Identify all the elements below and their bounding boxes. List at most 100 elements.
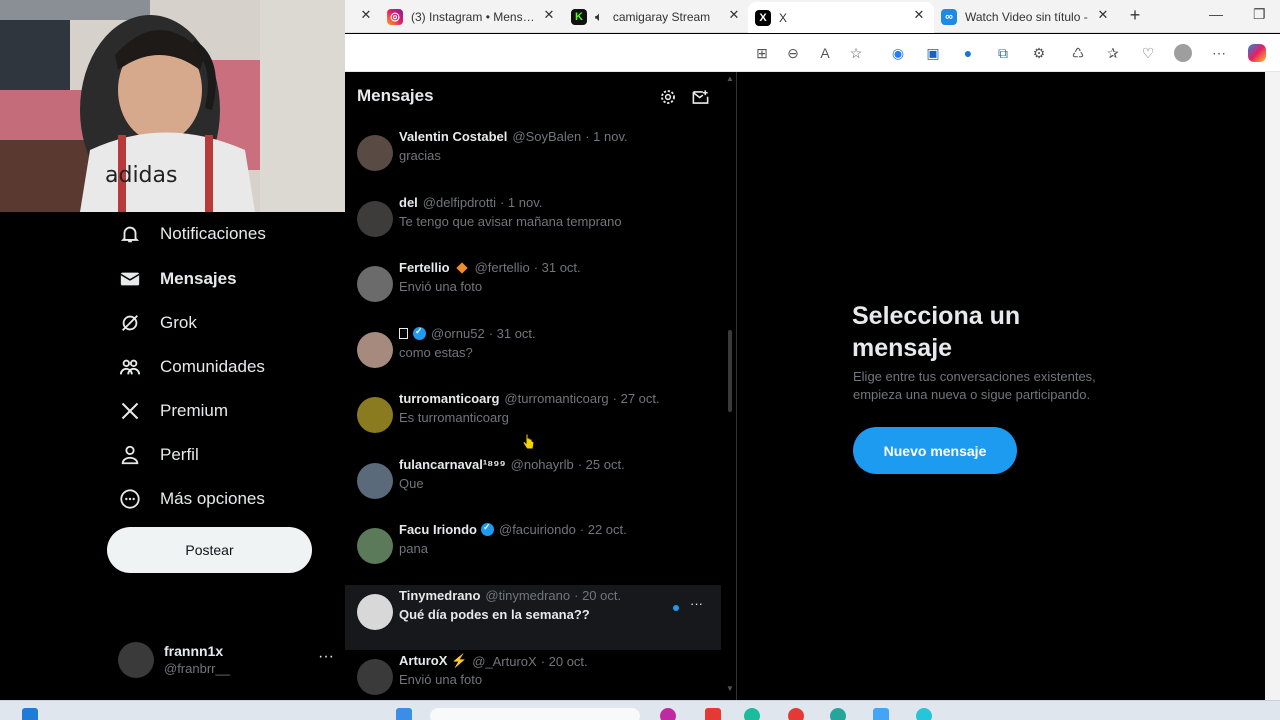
conversation-row[interactable]: ArturoX ⚡ @_ArturoX · 20 oct. Envió una fot…: [345, 650, 721, 700]
browser-tab-x-active[interactable]: X X: [748, 2, 934, 33]
conversation-handle: @_ArturoX: [472, 653, 537, 669]
conversation-name: ArturoX ⚡: [399, 653, 468, 668]
taskbar-app-icon[interactable]: [830, 708, 846, 720]
conversation-row[interactable]: Tinymedrano @tinymedrano · 20 oct. Qué día …: [345, 584, 721, 650]
taskbar-search[interactable]: [430, 708, 640, 720]
scroll-down-icon[interactable]: ▼: [726, 684, 734, 693]
conversation-row[interactable]: del @delfipdrotti · 1 nov. Te tengo que avi…: [345, 192, 721, 257]
nav-item-mas-opciones[interactable]: Más opciones: [118, 484, 265, 514]
nav-item-grok[interactable]: Grok: [118, 308, 197, 338]
avatar: [357, 200, 393, 237]
conversation-name: del: [399, 194, 418, 210]
tab-close-icon[interactable]: ✕: [727, 8, 741, 22]
conversation-row[interactable]: @ornu52· 31 oct. como estas?: [345, 323, 721, 388]
scrollbar[interactable]: ▲ ▼: [724, 72, 736, 700]
broadcast-icon[interactable]: ◉: [889, 44, 907, 62]
scroll-thumb[interactable]: [728, 330, 732, 412]
copilot-icon[interactable]: [1248, 44, 1266, 62]
page-title: Mensajes: [357, 86, 434, 105]
conversation-handle: @SoyBalen: [512, 129, 582, 144]
apps-icon[interactable]: ⊞: [753, 44, 771, 62]
avatar: [118, 642, 154, 678]
browser-tab-kick[interactable]: K 🔈︎ camigaray Stream: [571, 4, 721, 29]
speaker-icon[interactable]: 🔈︎: [595, 9, 603, 25]
start-icon[interactable]: [22, 708, 38, 720]
grok-icon: [118, 311, 142, 335]
message-detail-panel: Selecciona un mensaje Elige entre tus co…: [738, 72, 1265, 700]
more-icon[interactable]: ···: [318, 648, 334, 666]
restore-icon[interactable]: ❐: [1253, 6, 1266, 23]
account-switcher[interactable]: frannn1x @franbrr__ ···: [118, 640, 334, 680]
taskbar-app-icon[interactable]: [788, 708, 804, 720]
conversation-preview: Te tengo que avisar mañana temprano: [399, 213, 622, 229]
taskbar-app-icon[interactable]: [660, 708, 676, 720]
taskbar-app-icon[interactable]: [744, 708, 760, 720]
bell-icon: [118, 222, 142, 246]
more-circle-icon: [118, 487, 142, 511]
taskbar-app-icon[interactable]: [396, 708, 412, 720]
box-glyph-icon: [399, 327, 408, 339]
x-icon: X: [755, 9, 771, 26]
conversation-row[interactable]: fulancarnaval¹⁸⁹⁹ @nohayrlb · 25 oct. Que: [345, 454, 721, 519]
person-icon: [118, 443, 142, 467]
conversation-preview: Envió una foto: [399, 672, 483, 687]
favorites-icon[interactable]: ✰: [1104, 44, 1122, 62]
conversation-date: · 1 nov.: [585, 129, 628, 144]
taskbar-app-icon[interactable]: [916, 708, 932, 720]
new-tab-button[interactable]: +: [1128, 6, 1142, 24]
post-button[interactable]: Postear: [107, 527, 312, 573]
conversation-row[interactable]: Fertellio @fertellio · 31 oct. Envió una fo…: [345, 257, 721, 322]
nav-item-comunidades[interactable]: Comunidades: [118, 352, 265, 382]
conversation-date: · 1 nov.: [499, 194, 543, 210]
taskbar-app-icon[interactable]: [873, 708, 889, 720]
tab-close-icon[interactable]: ✕: [912, 8, 926, 22]
unread-indicator: [673, 604, 679, 611]
screenshot-icon[interactable]: ⧉: [994, 44, 1012, 62]
browser-tab-watch-video[interactable]: ∞ Watch Video sin título -: [941, 4, 1091, 29]
puzzle-icon[interactable]: ⚙: [1030, 44, 1048, 62]
conversation-handle: @nohayrlb: [510, 456, 574, 472]
conversation-name: Tinymedrano: [399, 587, 481, 603]
browser-tab-instagram[interactable]: ◎ (3) Instagram • Mensaje: [387, 4, 537, 29]
conversation-handle: @fertellio: [474, 260, 530, 275]
instagram-icon: ◎: [387, 8, 403, 25]
nav-label: Comunidades: [160, 357, 265, 376]
nav-label: Premium: [160, 401, 229, 420]
profile-name: frannn1x: [164, 643, 224, 659]
scroll-up-icon[interactable]: ▲: [726, 74, 734, 83]
new-message-icon[interactable]: [689, 86, 711, 108]
conversation-header: @ornu52· 31 oct.: [399, 326, 536, 341]
hand-cursor-icon: [522, 433, 535, 450]
zoom-out-icon[interactable]: ⊖: [784, 44, 802, 62]
avatar: [357, 659, 393, 695]
conversation-handle: @facuiriondo: [499, 522, 576, 537]
minimize-icon[interactable]: —: [1209, 6, 1223, 22]
conversation-name: turromanticoarg: [399, 391, 500, 406]
left-navigation: Notificaciones Mensajes Grok Comunidades…: [4, 212, 344, 700]
verified-badge-icon: [413, 326, 426, 340]
nav-item-perfil[interactable]: Perfil: [118, 440, 199, 470]
new-message-button[interactable]: Nuevo mensaje: [853, 427, 1017, 474]
taskbar-app-icon[interactable]: [705, 708, 721, 720]
read-aloud-icon[interactable]: A: [816, 44, 834, 62]
conversation-more-icon[interactable]: ···: [690, 596, 703, 611]
meet-icon[interactable]: ●: [959, 44, 977, 62]
settings-gear-icon[interactable]: [657, 86, 679, 108]
tab-close-icon[interactable]: ✕: [359, 8, 373, 22]
tab-close-icon[interactable]: ✕: [542, 8, 556, 22]
nav-item-mensajes[interactable]: Mensajes: [118, 264, 237, 294]
nav-item-premium[interactable]: Premium: [118, 396, 228, 426]
profile-icon[interactable]: [1174, 44, 1192, 62]
favorite-star-icon[interactable]: ☆: [847, 44, 865, 62]
tab-close-icon[interactable]: ✕: [1096, 8, 1110, 22]
conversation-row[interactable]: Valentin Costabel @SoyBalen · 1 nov. gracia…: [345, 126, 721, 191]
collections-icon[interactable]: ♺: [1069, 44, 1087, 62]
nav-label: Grok: [160, 313, 197, 332]
menu-dots-icon[interactable]: ⋯: [1210, 44, 1228, 62]
health-icon[interactable]: ♡: [1139, 44, 1157, 62]
envelope-icon: [118, 267, 142, 291]
extension-icon[interactable]: ▣: [924, 44, 942, 62]
empty-state-subtitle: Elige entre tus conversaciones existente…: [853, 369, 1096, 402]
nav-item-notificaciones[interactable]: Notificaciones: [118, 219, 266, 249]
conversation-row[interactable]: Facu Iriondo @facuiriondo· 22 oct. pana: [345, 519, 721, 584]
